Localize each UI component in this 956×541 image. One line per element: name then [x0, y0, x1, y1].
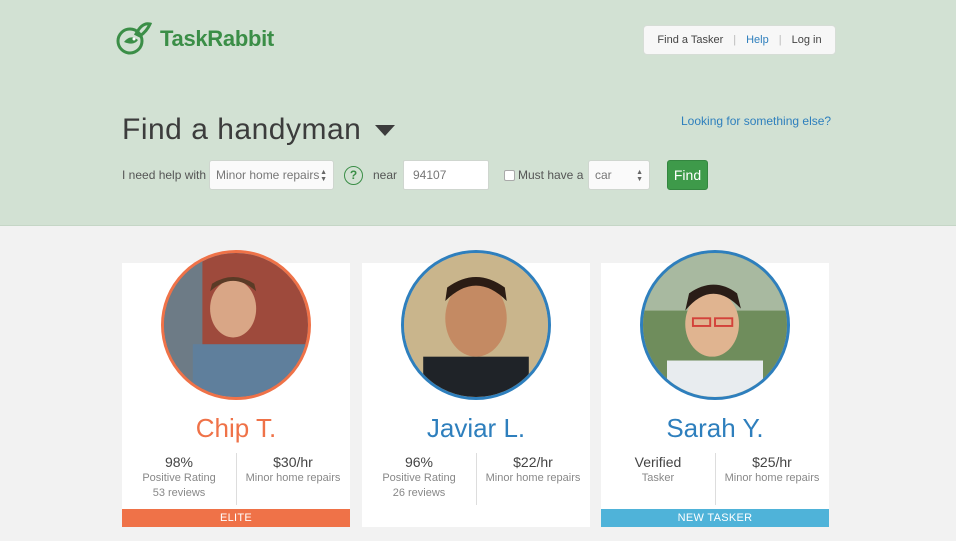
vehicle-select[interactable]: car ▲ ▼: [588, 160, 650, 190]
stat-divider: [236, 453, 237, 505]
tasker-stats: Verified Tasker $25/hr Minor home repair…: [601, 453, 829, 507]
vehicle-select-value: car: [595, 168, 612, 182]
hourly-rate: $30/hr: [273, 454, 313, 470]
nav-find-tasker[interactable]: Find a Tasker: [647, 34, 733, 46]
nav-help[interactable]: Help: [736, 34, 779, 46]
tasker-card[interactable]: Chip T. 98% Positive Rating 53 reviews $…: [122, 250, 350, 527]
category-select-value: Minor home repairs: [216, 168, 320, 182]
brand-name: TaskRabbit: [160, 26, 274, 51]
rating-value: 98%: [164, 454, 194, 470]
select-arrows-icon: ▲ ▼: [636, 169, 643, 183]
find-button[interactable]: Find: [667, 160, 708, 190]
rate-stat: $22/hr Minor home repairs: [476, 453, 590, 507]
verified-label: Tasker: [641, 472, 675, 484]
nav-login[interactable]: Log in: [782, 34, 832, 46]
tasker-avatar[interactable]: [161, 250, 311, 400]
page-title: Find a handyman: [122, 113, 396, 147]
zip-input-value: 94107: [413, 168, 447, 182]
rate-category: Minor home repairs: [485, 472, 581, 484]
search-form: I need help with Minor home repairs ▲ ▼ ?…: [122, 160, 722, 190]
review-count: 26 reviews: [392, 487, 446, 499]
tasker-avatar[interactable]: [401, 250, 551, 400]
tasker-name[interactable]: Chip T.: [122, 413, 350, 444]
rabbit-logo-icon: [116, 22, 153, 55]
verified-stat: Verified Tasker: [601, 453, 715, 507]
tasker-name[interactable]: Javiar L.: [362, 413, 590, 444]
elite-badge: ELITE: [122, 509, 350, 527]
stat-divider: [715, 453, 716, 505]
rating-label: Positive Rating: [382, 472, 456, 484]
rating-label: Positive Rating: [142, 472, 216, 484]
tasker-stats: 96% Positive Rating 26 reviews $22/hr Mi…: [362, 453, 590, 507]
rate-category: Minor home repairs: [724, 472, 820, 484]
help-question-icon[interactable]: ?: [344, 166, 363, 185]
zip-input[interactable]: 94107: [403, 160, 489, 190]
looking-else-link[interactable]: Looking for something else?: [681, 114, 831, 128]
rating-value: 96%: [404, 454, 434, 470]
near-label: near: [373, 168, 398, 182]
hourly-rate: $22/hr: [513, 454, 553, 470]
tasker-card[interactable]: Javiar L. 96% Positive Rating 26 reviews…: [362, 250, 590, 527]
verified-value: Verified: [634, 454, 682, 470]
hourly-rate: $25/hr: [752, 454, 792, 470]
top-navigation: Find a Tasker | Help | Log in: [643, 25, 836, 55]
taskrabbit-logo[interactable]: TaskRabbit: [116, 22, 274, 56]
rate-category: Minor home repairs: [245, 472, 341, 484]
vehicle-checkbox[interactable]: [504, 170, 515, 181]
rate-stat: $30/hr Minor home repairs: [236, 453, 350, 507]
headline-text: Find a handyman: [122, 113, 362, 146]
new-tasker-badge: NEW TASKER: [601, 509, 829, 527]
tasker-avatar[interactable]: [640, 250, 790, 400]
rating-stat: 96% Positive Rating 26 reviews: [362, 453, 476, 507]
stat-divider: [476, 453, 477, 505]
tasker-name[interactable]: Sarah Y.: [601, 413, 829, 444]
tasker-stats: 98% Positive Rating 53 reviews $30/hr Mi…: [122, 453, 350, 507]
need-help-label: I need help with: [122, 168, 207, 182]
rate-stat: $25/hr Minor home repairs: [715, 453, 829, 507]
review-count: 53 reviews: [152, 487, 206, 499]
category-select[interactable]: Minor home repairs ▲ ▼: [209, 160, 334, 190]
rating-stat: 98% Positive Rating 53 reviews: [122, 453, 236, 507]
tasker-card[interactable]: Sarah Y. Verified Tasker $25/hr Minor ho…: [601, 250, 829, 527]
hero-banner: TaskRabbit Find a Tasker | Help | Log in…: [0, 0, 956, 226]
select-arrows-icon: ▲ ▼: [320, 169, 327, 183]
must-have-label: Must have a: [518, 168, 584, 182]
caret-down-icon[interactable]: [375, 124, 396, 136]
